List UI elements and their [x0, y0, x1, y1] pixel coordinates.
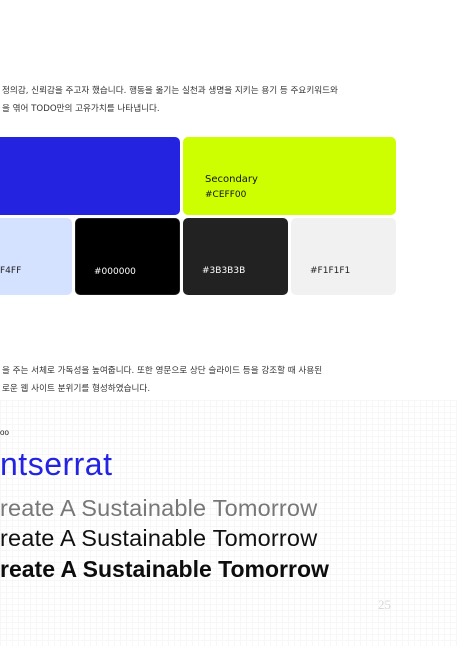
swatch-dark-gray-hex: #3B3B3B: [202, 266, 246, 276]
swatch-secondary: Secondary #CEFF00: [183, 137, 396, 215]
swatch-primary: [0, 137, 180, 215]
font-sample-bold: reate A Sustainable Tomorrow: [0, 556, 329, 582]
font-small-label: oo: [0, 428, 9, 437]
font-paragraph-line-2: 로운 웹 사이트 분위기를 형성하였습니다.: [2, 384, 151, 394]
swatch-light-blue: F4FF: [0, 218, 72, 295]
swatch-light-gray: #F1F1F1: [291, 218, 396, 295]
swatch-black: #000000: [75, 218, 180, 295]
swatch-secondary-hex: #CEFF00: [205, 190, 247, 200]
swatch-black-hex: #000000: [94, 267, 136, 277]
swatch-dark-gray: #3B3B3B: [183, 218, 288, 295]
swatch-light-blue-hex: F4FF: [0, 266, 22, 276]
swatch-light-gray-hex: #F1F1F1: [310, 266, 351, 276]
page-number: 25: [378, 597, 391, 612]
font-sample-regular: reate A Sustainable Tomorrow: [0, 525, 318, 551]
intro-paragraph-line-2: 을 엮어 TODO만의 고유가치를 나타냅니다.: [2, 104, 160, 114]
font-sample-light: reate A Sustainable Tomorrow: [0, 495, 318, 521]
intro-paragraph-line-1: 정의감, 신뢰감을 주고자 했습니다. 행동을 옮기는 실천과 생명을 지키는 …: [2, 86, 338, 96]
swatch-secondary-label: Secondary: [205, 174, 258, 185]
font-paragraph-line-1: 을 주는 서체로 가독성을 높여줍니다. 또한 영문으로 상단 슬라이드 등을 …: [2, 366, 323, 376]
font-name-title: ntserrat: [0, 446, 113, 482]
